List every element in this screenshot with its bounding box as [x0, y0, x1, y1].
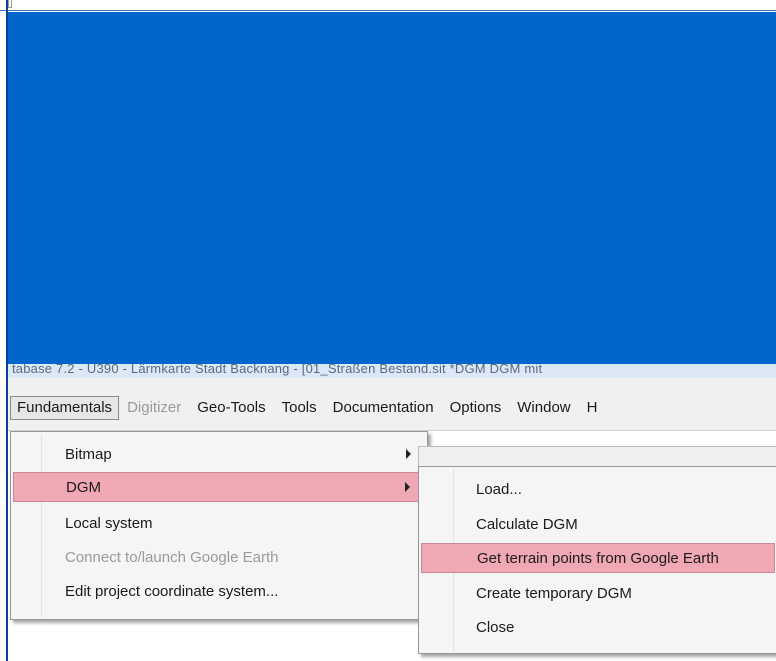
menu-item-calculate-dgm[interactable]: Calculate DGM: [421, 510, 775, 538]
menu-item-bitmap[interactable]: Bitmap: [13, 440, 425, 468]
menu-item-label: Calculate DGM: [476, 516, 578, 533]
submenu-header-strip: [418, 446, 776, 467]
menu-help[interactable]: H: [579, 396, 606, 420]
window-corner: [8, 0, 12, 8]
menu-options[interactable]: Options: [442, 396, 510, 420]
menu-item-get-terrain-points[interactable]: Get terrain points from Google Earth: [421, 543, 775, 573]
menu-item-label: DGM: [66, 479, 101, 496]
menu-item-edit-coordinate-system[interactable]: Edit project coordinate system...: [13, 577, 425, 605]
menu-item-label: Edit project coordinate system...: [65, 583, 279, 600]
menu-item-label: Load...: [476, 481, 522, 498]
menu-item-connect-google-earth[interactable]: Connect to/launch Google Earth: [13, 543, 425, 571]
menu-fundamentals[interactable]: Fundamentals: [10, 396, 120, 420]
dgm-submenu: Load... Calculate DGM Get terrain points…: [418, 466, 776, 654]
menu-geo-tools[interactable]: Geo-Tools: [189, 396, 273, 420]
menu-item-label: Create temporary DGM: [476, 585, 632, 602]
menu-item-close[interactable]: Close: [421, 613, 775, 641]
fundamentals-dropdown: Bitmap DGM Local system Connect to/launc…: [10, 431, 428, 620]
blue-panel: [8, 12, 776, 364]
menu-item-local-system[interactable]: Local system: [13, 509, 425, 537]
menu-digitizer[interactable]: Digitizer: [119, 396, 189, 420]
menu-item-create-temporary-dgm[interactable]: Create temporary DGM: [421, 579, 775, 607]
title-bar: tabase 7.2 - U390 - Lärmkarte Stadt Back…: [8, 364, 776, 378]
menu-documentation[interactable]: Documentation: [325, 396, 442, 420]
submenu-arrow-icon: [406, 449, 411, 459]
menu-item-label: Connect to/launch Google Earth: [65, 549, 279, 566]
menu-item-dgm[interactable]: DGM: [13, 472, 425, 502]
menu-item-label: Local system: [65, 515, 153, 532]
menu-item-label: Bitmap: [65, 446, 112, 463]
menu-item-label: Get terrain points from Google Earth: [477, 550, 719, 567]
menu-item-label: Close: [476, 619, 515, 636]
submenu-arrow-icon: [405, 482, 410, 492]
window-title: tabase 7.2 - U390 - Lärmkarte Stadt Back…: [12, 364, 543, 376]
menu-bar: Fundamentals Digitizer Geo-Tools Tools D…: [8, 378, 776, 431]
menu-item-load[interactable]: Load...: [421, 475, 775, 503]
menu-window[interactable]: Window: [509, 396, 578, 420]
top-window-edge: [0, 0, 776, 11]
menu-tools[interactable]: Tools: [274, 396, 325, 420]
